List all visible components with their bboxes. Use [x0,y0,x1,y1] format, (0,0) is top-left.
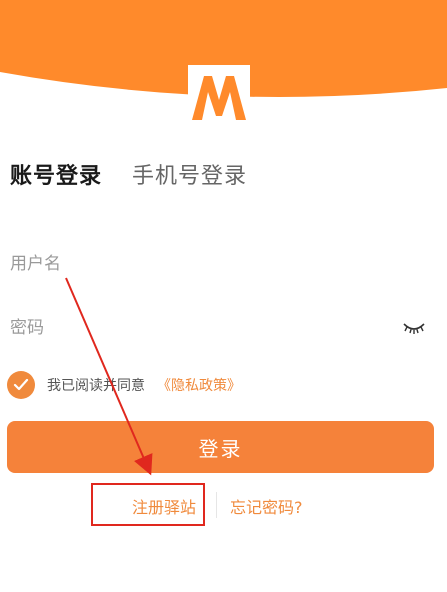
agree-checkbox[interactable] [7,371,35,399]
forgot-password-link[interactable]: 忘记密码? [230,494,303,518]
tab-phone-login[interactable]: 手机号登录 [132,158,247,190]
privacy-policy-link[interactable]: 《隐私政策》 [157,375,241,395]
login-tabs: 账号登录 手机号登录 [10,158,247,190]
tab-account-login[interactable]: 账号登录 [10,158,102,190]
login-button[interactable]: 登录 [7,421,434,473]
m-logo-icon [192,75,246,120]
password-input[interactable] [10,318,370,338]
username-input[interactable] [10,254,370,274]
agreement-row: 我已阅读并同意 《隐私政策》 [7,370,241,400]
link-divider [216,492,217,518]
app-logo [188,65,250,128]
register-link[interactable]: 注册驿站 [132,494,196,518]
checkmark-icon [13,378,29,391]
bottom-links: 注册驿站 忘记密码? [0,490,447,520]
agreement-text: 我已阅读并同意 [47,378,145,394]
password-field-row [10,310,435,346]
eye-closed-icon[interactable] [403,318,425,338]
username-field-row [10,246,435,282]
